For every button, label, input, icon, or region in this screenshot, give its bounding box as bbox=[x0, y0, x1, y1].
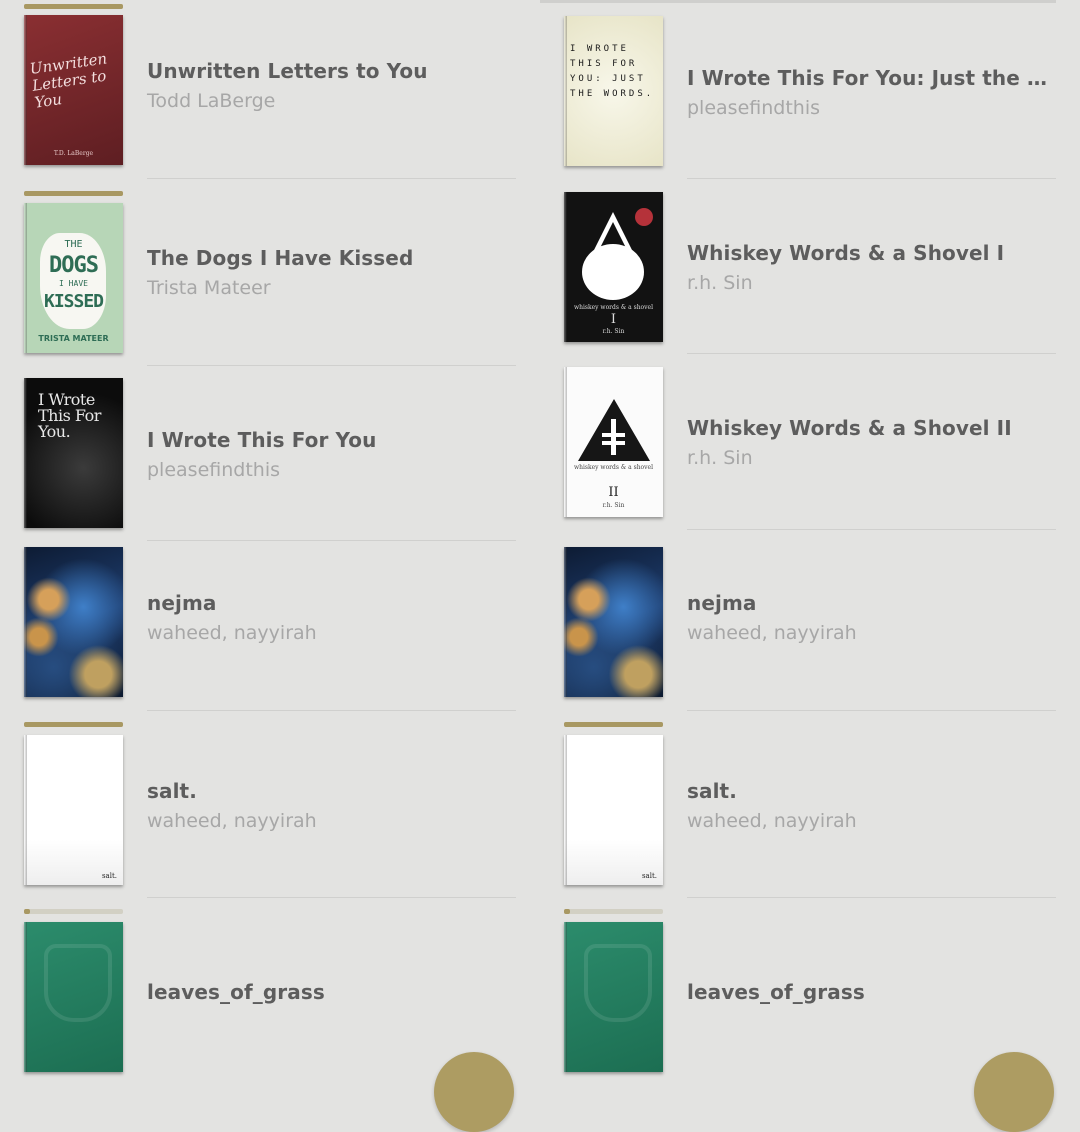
floating-action-button[interactable] bbox=[434, 1052, 514, 1132]
cover-title: I Wrote This For You. bbox=[38, 390, 101, 441]
cover-author: r.h. Sin bbox=[602, 328, 625, 335]
cover-text: whiskey words & a shovel bbox=[573, 464, 654, 471]
reading-progress-bar bbox=[24, 909, 123, 914]
book-author: waheed, nayyirah bbox=[687, 622, 857, 644]
edition-badge-icon bbox=[635, 208, 653, 226]
cover-text: whiskey words & a shovel bbox=[573, 304, 654, 311]
book-author: pleasefindthis bbox=[147, 459, 280, 481]
reading-progress-bar bbox=[24, 722, 123, 727]
cover-title: salt. bbox=[101, 872, 117, 880]
book-author: waheed, nayyirah bbox=[687, 810, 857, 832]
divider bbox=[687, 897, 1056, 898]
cover-title: salt. bbox=[641, 872, 657, 880]
divider bbox=[687, 710, 1056, 711]
divider bbox=[147, 365, 516, 366]
cover-author: r.h. Sin bbox=[602, 502, 625, 509]
divider bbox=[687, 178, 1056, 179]
book-title: I Wrote This For You: Just the Words bbox=[687, 66, 1056, 90]
divider bbox=[147, 540, 516, 541]
book-author: Trista Mateer bbox=[147, 277, 271, 299]
book-list-right: I WROTE THIS FOR YOU: JUST THE WORDS. I … bbox=[540, 0, 1080, 1132]
book-cover[interactable]: whiskey words & a shovel II r.h. Sin bbox=[564, 367, 663, 517]
book-title: salt. bbox=[147, 779, 197, 803]
shield-icon bbox=[44, 944, 112, 1022]
book-title: Unwritten Letters to You bbox=[147, 59, 428, 83]
cover-title: Unwritten Letters to You bbox=[28, 49, 109, 112]
divider bbox=[147, 897, 516, 898]
floating-action-button[interactable] bbox=[974, 1052, 1054, 1132]
reading-progress-bar bbox=[24, 191, 123, 196]
book-title: leaves_of_grass bbox=[147, 980, 325, 1004]
reading-progress-bar bbox=[564, 909, 663, 914]
book-title: Whiskey Words & a Shovel I bbox=[687, 241, 1005, 265]
cover-text: KISSED bbox=[43, 291, 104, 312]
cover-title: I WROTE THIS FOR YOU: JUST THE WORDS. bbox=[570, 44, 655, 99]
book-cover[interactable] bbox=[564, 547, 663, 697]
divider bbox=[147, 178, 516, 179]
book-cover[interactable]: whiskey words & a shovel I r.h. Sin bbox=[564, 192, 663, 342]
shield-icon bbox=[584, 944, 652, 1022]
cover-text: II bbox=[608, 485, 619, 500]
book-list-left: Unwritten Letters to You T.D. LaBerge Un… bbox=[0, 0, 540, 1132]
book-title: The Dogs I Have Kissed bbox=[147, 246, 414, 270]
book-cover[interactable]: salt. bbox=[24, 735, 123, 885]
reading-progress-bar bbox=[24, 4, 123, 9]
book-cover[interactable]: THE DOGS I HAVE KISSED TRISTA MATEER bbox=[24, 203, 123, 353]
book-cover[interactable] bbox=[24, 547, 123, 697]
cover-text: DOGS bbox=[49, 253, 99, 278]
book-title: Whiskey Words & a Shovel II bbox=[687, 416, 1012, 440]
divider bbox=[687, 353, 1056, 354]
book-title: salt. bbox=[687, 779, 737, 803]
cover-text: THE bbox=[64, 239, 83, 250]
book-author: r.h. Sin bbox=[687, 272, 753, 294]
book-cover[interactable] bbox=[24, 922, 123, 1072]
book-cover[interactable]: salt. bbox=[564, 735, 663, 885]
book-cover[interactable] bbox=[564, 922, 663, 1072]
divider bbox=[687, 529, 1056, 530]
book-author: waheed, nayyirah bbox=[147, 622, 317, 644]
book-cover[interactable]: Unwritten Letters to You T.D. LaBerge bbox=[24, 15, 123, 165]
book-title: nejma bbox=[147, 591, 217, 615]
book-author: waheed, nayyirah bbox=[147, 810, 317, 832]
book-title: nejma bbox=[687, 591, 757, 615]
cover-author: TRISTA MATEER bbox=[38, 334, 109, 343]
reading-progress-bar bbox=[564, 722, 663, 727]
book-author: r.h. Sin bbox=[687, 447, 753, 469]
divider bbox=[147, 710, 516, 711]
book-title: I Wrote This For You bbox=[147, 428, 377, 452]
book-cover[interactable]: I WROTE THIS FOR YOU: JUST THE WORDS. bbox=[564, 16, 663, 166]
book-title: leaves_of_grass bbox=[687, 980, 865, 1004]
cover-text: I bbox=[610, 312, 617, 327]
cover-text: I HAVE bbox=[59, 279, 88, 288]
cover-author: T.D. LaBerge bbox=[53, 150, 94, 157]
book-author: pleasefindthis bbox=[687, 97, 820, 119]
book-author: Todd LaBerge bbox=[147, 90, 276, 112]
book-cover[interactable]: I Wrote This For You. bbox=[24, 378, 123, 528]
